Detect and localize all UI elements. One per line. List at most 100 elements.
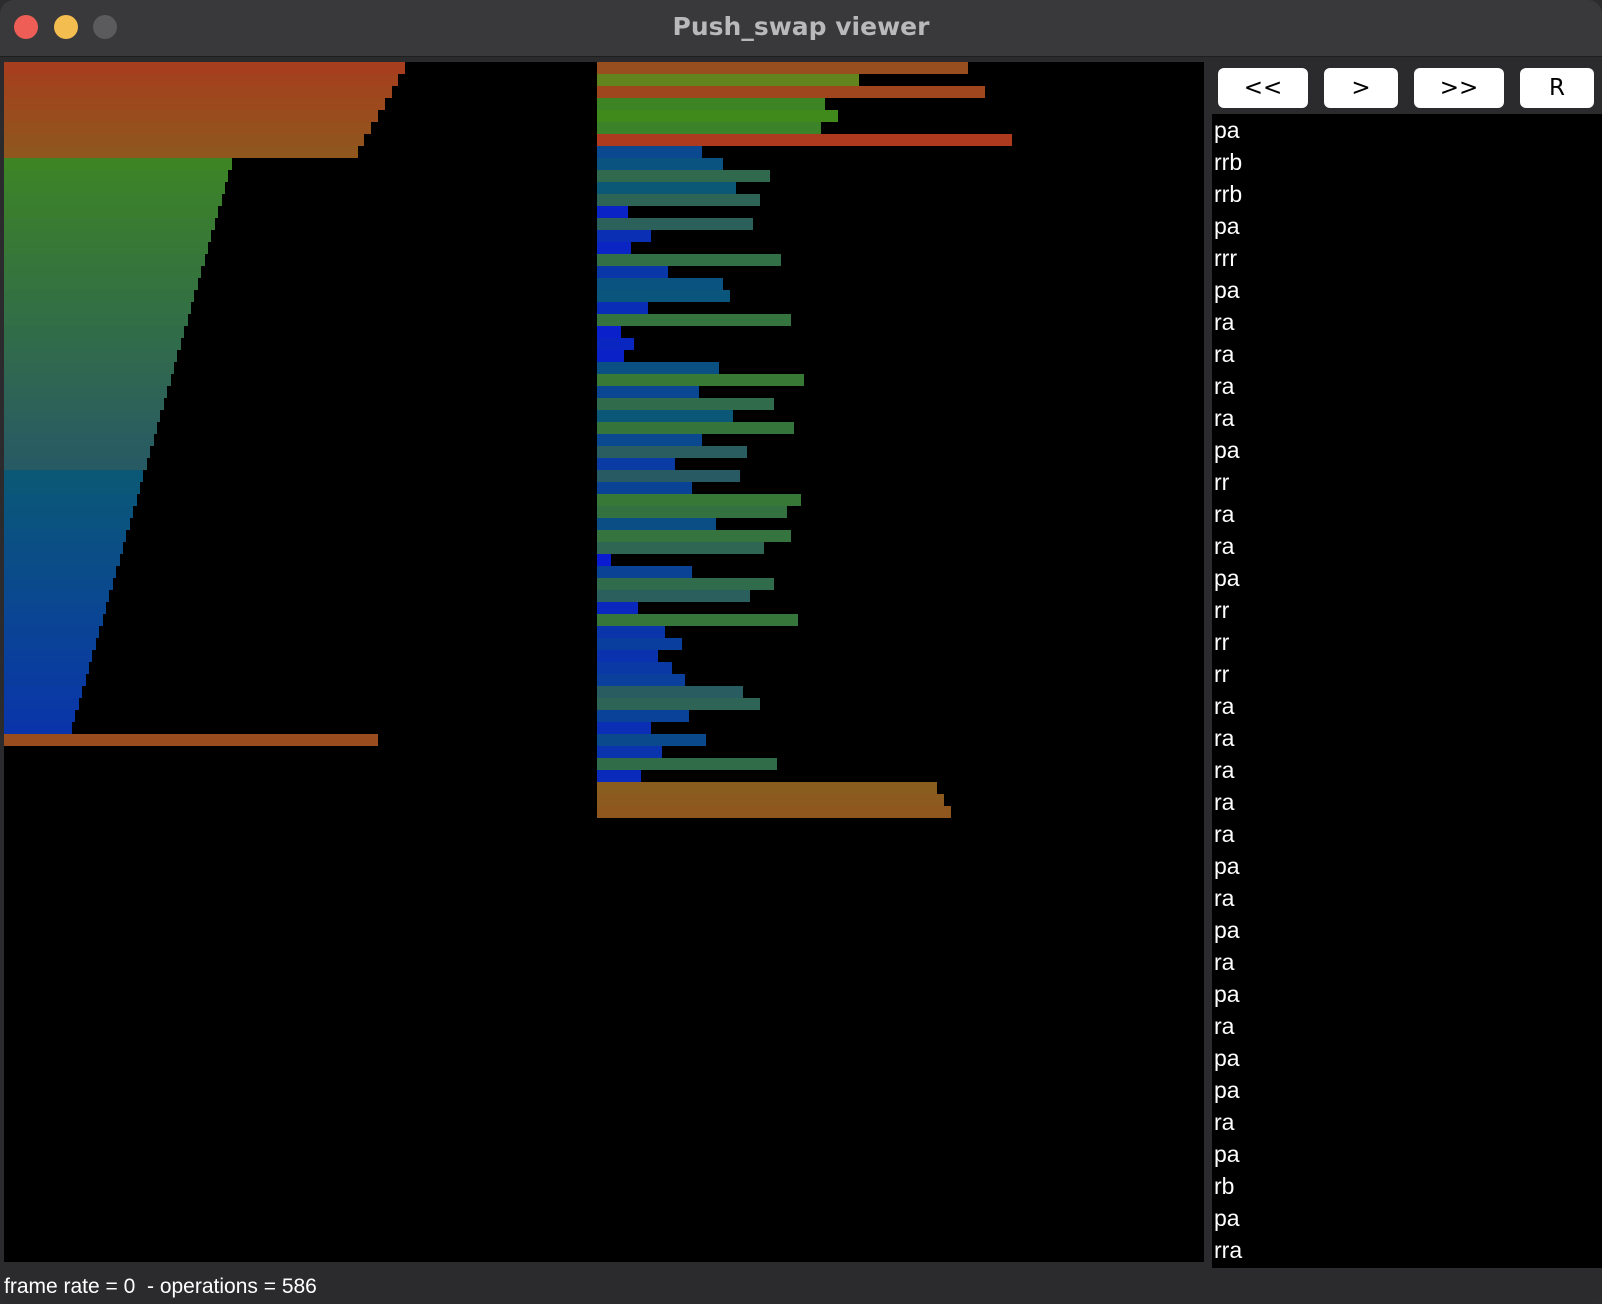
stack-b-bar xyxy=(597,122,821,134)
stack-a-bar xyxy=(4,206,218,218)
stack-b-bar xyxy=(597,698,760,710)
stack-a-bar xyxy=(4,638,96,650)
stack-b-bar xyxy=(597,266,668,278)
operation-item: pa xyxy=(1214,565,1240,591)
operation-item: ra xyxy=(1214,373,1235,399)
stack-a-bar xyxy=(4,458,147,470)
frame-rate-text: frame rate = 0 xyxy=(4,1275,136,1298)
operation-item: pa xyxy=(1214,1045,1240,1071)
stack-b-bar xyxy=(597,662,672,674)
operation-item: rr xyxy=(1214,661,1230,687)
stack-a-bar xyxy=(4,530,126,542)
operation-item: pa xyxy=(1214,853,1240,879)
stack-b-bar xyxy=(597,410,733,422)
reset-button[interactable]: R xyxy=(1520,68,1594,108)
stack-b-bar xyxy=(597,794,944,806)
step-forward-button[interactable]: > xyxy=(1324,68,1398,108)
stack-b-bar xyxy=(597,614,798,626)
stack-a-bar xyxy=(4,446,150,458)
stack-a-bar xyxy=(4,170,228,182)
stack-b-bar xyxy=(597,182,736,194)
stack-b-bar xyxy=(597,290,730,302)
stack-a-bar xyxy=(4,62,405,74)
operations-count-text: operations = 586 xyxy=(159,1275,317,1298)
stacks-visualization xyxy=(4,62,1012,818)
operation-item: ra xyxy=(1214,885,1235,911)
stack-a-bar xyxy=(4,86,392,98)
stack-a-bar xyxy=(4,242,208,254)
stack-b-bar xyxy=(597,194,760,206)
stack-b-bar xyxy=(597,146,702,158)
stack-a-bar xyxy=(4,362,174,374)
stack-a-bar xyxy=(4,182,225,194)
stack-a-bar xyxy=(4,194,222,206)
stack-a-bar xyxy=(4,146,358,158)
stack-a-bar xyxy=(4,542,123,554)
stack-a-bar xyxy=(4,326,184,338)
operation-item: rr xyxy=(1214,597,1230,623)
operation-item: ra xyxy=(1214,341,1235,367)
stack-b-bar xyxy=(597,650,658,662)
stack-a-bar xyxy=(4,290,194,302)
stack-b-bar xyxy=(597,626,665,638)
stack-a-bar xyxy=(4,506,133,518)
stack-b-bar xyxy=(597,686,743,698)
operation-item: ra xyxy=(1214,309,1235,335)
operation-item: rr xyxy=(1214,469,1230,495)
stack-b-bar xyxy=(597,710,689,722)
stack-b-bar xyxy=(597,734,706,746)
operation-item: pa xyxy=(1214,117,1240,143)
stack-b-bar xyxy=(597,446,747,458)
stack-a-bar xyxy=(4,590,109,602)
operations-list[interactable]: pa rrb rrb pa rrr pa ra ra ra ra pa rr ra ra pa rr rr rr r… xyxy=(1212,114,1602,1268)
stack-a-bar xyxy=(4,650,92,662)
stack-b-bar xyxy=(597,218,753,230)
stack-b-bar xyxy=(597,542,764,554)
operation-item: ra xyxy=(1214,501,1235,527)
stack-b-bar xyxy=(597,554,611,566)
stack-b-bar xyxy=(597,374,804,386)
operation-item: rrb xyxy=(1214,181,1243,207)
stack-b-bar xyxy=(597,314,791,326)
stack-a-bar xyxy=(4,386,167,398)
stack-b-bar xyxy=(597,74,859,86)
stack-a-bar xyxy=(4,338,181,350)
stack-a-bar xyxy=(4,374,171,386)
stack-b-bar xyxy=(597,98,825,110)
stack-b-bar xyxy=(597,422,794,434)
stack-a-bar xyxy=(4,218,215,230)
operation-item: pa xyxy=(1214,437,1240,463)
stack-b-bar xyxy=(597,470,740,482)
playback-controls: << > >> R xyxy=(1218,68,1598,108)
stack-b-bar xyxy=(597,722,651,734)
stack-a-bar xyxy=(4,134,364,146)
stack-b-bar xyxy=(597,530,791,542)
stack-a-bar xyxy=(4,482,140,494)
stack-b-bar xyxy=(597,278,723,290)
stack-b-bar xyxy=(597,242,631,254)
stack-b-bar xyxy=(597,746,662,758)
rewind-button[interactable]: << xyxy=(1218,68,1308,108)
stack-a-bar xyxy=(4,734,378,746)
stack-a-bar xyxy=(4,302,191,314)
stack-a-bar xyxy=(4,410,160,422)
stack-a-bar xyxy=(4,578,113,590)
operation-item: rr xyxy=(1214,629,1230,655)
operation-item: ra xyxy=(1214,1013,1235,1039)
stack-a-bar xyxy=(4,686,82,698)
stack-b-bar xyxy=(597,518,716,530)
operation-item: rrr xyxy=(1214,245,1237,271)
stack-b-bar xyxy=(597,758,777,770)
stack-b-bar xyxy=(597,158,723,170)
stack-b-bar xyxy=(597,386,699,398)
stack-a-bar xyxy=(4,566,116,578)
stack-a-bar xyxy=(4,422,157,434)
operation-item: pa xyxy=(1214,277,1240,303)
stacks-canvas xyxy=(4,62,1204,1262)
operation-item: ra xyxy=(1214,693,1235,719)
status-bar: frame rate = 0 - operations = 586 xyxy=(4,1275,317,1298)
play-button[interactable]: >> xyxy=(1414,68,1504,108)
operation-item: ra xyxy=(1214,405,1235,431)
operation-item: rb xyxy=(1214,1173,1235,1199)
stack-a-bar xyxy=(4,74,398,86)
